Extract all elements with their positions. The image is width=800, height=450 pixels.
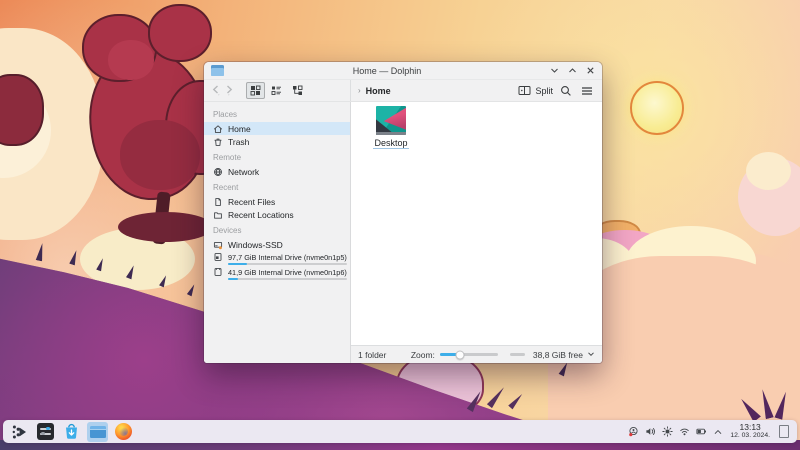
details-view-button[interactable]	[267, 82, 286, 99]
dolphin-window: Home — Dolphin › Home Split Places Home …	[204, 62, 602, 363]
maximize-button[interactable]	[568, 66, 577, 75]
sidebar-item-home[interactable]: Home	[204, 122, 350, 135]
free-space: 38,8 GiB free	[532, 349, 583, 360]
home-icon	[213, 124, 223, 134]
expand-tray-icon[interactable]	[713, 427, 723, 437]
folder-view[interactable]: Desktop	[351, 102, 602, 345]
sidebar-section-devices: Devices	[213, 226, 242, 235]
hamburger-icon	[582, 86, 592, 95]
system-tray	[628, 426, 723, 437]
search-icon	[561, 85, 571, 96]
sidebar-section-remote: Remote	[213, 153, 242, 162]
dolphin-folder-icon	[211, 65, 224, 76]
show-desktop-button[interactable]	[779, 425, 789, 438]
window-title: Home — Dolphin	[352, 65, 422, 76]
back-button[interactable]	[211, 84, 221, 98]
internal-drive-icon	[213, 267, 223, 277]
task-launchers	[9, 421, 134, 442]
recent-files-icon	[213, 197, 223, 207]
sidebar-item-trash[interactable]: Trash	[204, 135, 350, 148]
clock-date: 12. 03. 2024.	[730, 432, 770, 440]
battery-icon[interactable]	[696, 426, 707, 437]
system-settings-icon	[37, 423, 54, 440]
drive-capacity-bar	[228, 278, 347, 280]
split-button[interactable]: Split	[518, 85, 553, 96]
taskbar-panel: 13:13 12. 03. 2024.	[3, 420, 797, 443]
windows-drive-icon	[213, 240, 223, 250]
application-launcher-icon	[12, 425, 26, 438]
recent-locations-icon	[213, 210, 223, 220]
network-icon	[213, 167, 223, 177]
trash-icon	[213, 137, 223, 147]
breadcrumb-arrow: ›	[358, 86, 361, 95]
system-settings-taskbar-button[interactable]	[35, 422, 56, 442]
statusbar: 1 folder Zoom: 38,8 GiB free	[351, 345, 602, 363]
file-label: Desktop	[373, 138, 409, 149]
search-button[interactable]	[558, 83, 574, 99]
drive-capacity-bar	[228, 263, 347, 265]
zoom-slider-handle[interactable]	[455, 350, 465, 359]
digital-clock[interactable]: 13:13 12. 03. 2024.	[730, 421, 770, 441]
sidebar-item-recent-files[interactable]: Recent Files	[204, 195, 350, 208]
discover-taskbar-button[interactable]	[61, 422, 82, 442]
sidebar-item-recent-locations[interactable]: Recent Locations	[204, 208, 350, 221]
brightness-icon[interactable]	[662, 426, 673, 437]
sun	[630, 81, 684, 135]
places-panel: Places Home Trash Remote Network Recent Recent…	[204, 102, 351, 363]
breadcrumb[interactable]: Home	[366, 86, 391, 96]
tree-view-button[interactable]	[288, 82, 307, 99]
toolbar: › Home Split	[204, 80, 602, 102]
cloud-right-edge	[738, 152, 800, 236]
split-icon	[518, 86, 531, 95]
menu-button[interactable]	[579, 83, 595, 99]
free-space-dropdown[interactable]	[587, 350, 595, 360]
firefox-icon	[115, 423, 132, 440]
desktop-folder-icon	[376, 106, 406, 135]
user-status-icon[interactable]	[628, 426, 639, 437]
wifi-icon[interactable]	[679, 426, 690, 437]
zoom-slider[interactable]	[439, 350, 498, 359]
item-count: 1 folder	[358, 349, 387, 360]
forward-button[interactable]	[224, 84, 234, 98]
file-item-desktop[interactable]: Desktop	[365, 106, 417, 149]
titlebar[interactable]: Home — Dolphin	[204, 62, 602, 80]
firefox-taskbar-button[interactable]	[113, 422, 134, 442]
minimize-button[interactable]	[550, 66, 559, 75]
sidebar-item-41-9-gib-internal-drive-nvme0n1p6[interactable]: 41,9 GiB Internal Drive (nvme0n1p6)	[204, 266, 350, 281]
volume-icon[interactable]	[645, 426, 656, 437]
dolphin-icon	[89, 425, 106, 438]
close-button[interactable]	[586, 66, 595, 75]
sidebar-section-places: Places	[213, 110, 238, 119]
sidebar-section-recent: Recent	[213, 183, 239, 192]
sidebar-item-windows-ssd[interactable]: Windows-SSD	[204, 238, 350, 251]
internal-drive-mounted-icon	[213, 252, 223, 262]
sidebar-item-97-7-gib-internal-drive-nvme0n1p5[interactable]: 97,7 GiB Internal Drive (nvme0n1p5)	[204, 251, 350, 266]
icons-view-button[interactable]	[246, 82, 265, 99]
discover-icon	[66, 423, 77, 439]
zoom-label: Zoom:	[410, 349, 435, 360]
application-launcher-taskbar-button[interactable]	[9, 422, 30, 442]
clock-time: 13:13	[739, 421, 761, 432]
sidebar-item-network[interactable]: Network	[204, 165, 350, 178]
dolphin-taskbar-button[interactable]	[87, 421, 108, 442]
capacity-bar	[509, 353, 525, 356]
